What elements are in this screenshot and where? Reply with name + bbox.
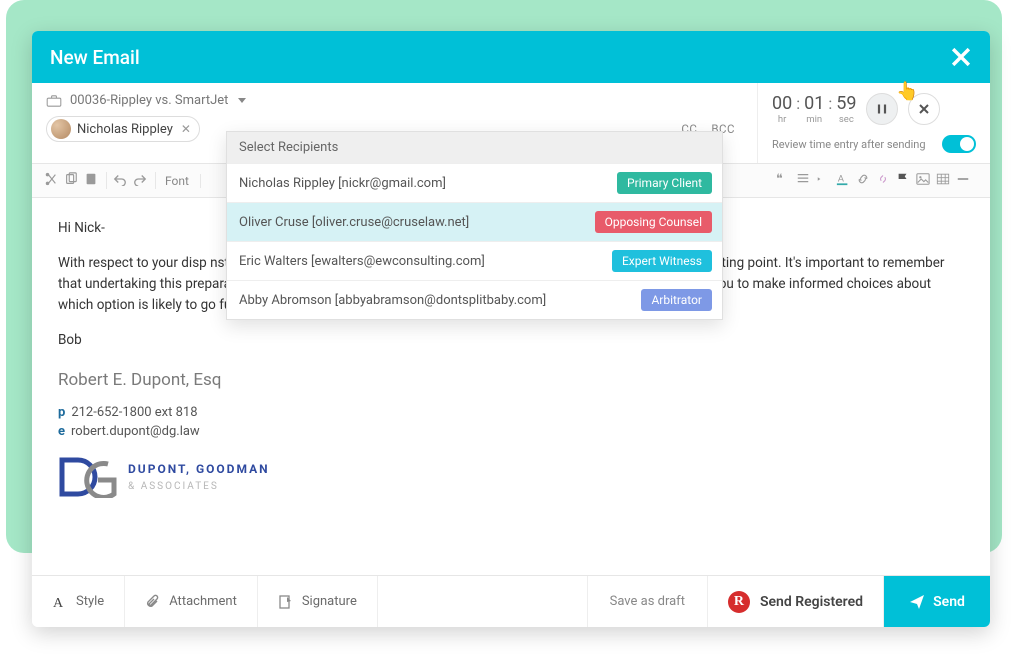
review-label: Review time entry after sending [772,138,926,151]
style-tab[interactable]: A Style [32,576,125,627]
cut-icon[interactable] [44,172,58,189]
x-icon [918,103,930,115]
recipient-chip[interactable]: Nicholas Rippley ✕ [46,116,200,142]
recipient-role-badge: Opposing Counsel [595,211,712,233]
briefcase-icon [46,94,62,108]
signature-logo: DUPONT, GOODMAN & ASSOCIATES [58,456,964,498]
chip-name: Nicholas Rippley [77,122,173,137]
signature-email: robert.dupont@dg.law [71,424,200,439]
svg-text:A: A [838,174,845,185]
textcolor-icon[interactable]: A [836,172,850,189]
compose-window: New Email 00036-Rippley vs. SmartJet Nic… [32,31,990,627]
copy-icon[interactable] [64,172,78,189]
close-button[interactable] [950,46,972,68]
indent-icon[interactable] [816,172,830,189]
timer-hr: 00 [772,93,792,114]
paste-icon[interactable] [84,172,98,189]
quote-icon[interactable]: ❝ [776,172,790,189]
recipient-option[interactable]: Oliver Cruse [oliver.cruse@cruselaw.net]… [227,202,722,241]
recipients-dropdown[interactable]: Select Recipients Nicholas Rippley [nick… [226,131,723,320]
registered-icon: R [728,591,750,613]
recipient-role-badge: Primary Client [617,172,712,194]
link-icon[interactable] [856,172,870,189]
recipient-option[interactable]: Eric Walters [ewalters@ewconsulting.com]… [227,241,722,280]
caret-down-icon [238,98,246,103]
paperclip-icon [145,594,161,610]
hr-icon[interactable] [956,172,970,189]
review-row: Review time entry after sending [772,135,976,153]
undo-icon[interactable] [113,172,127,189]
recipient-role-badge: Arbitrator [641,289,712,311]
timer-panel: 00hr : 01min : 59sec Review time entry a… [758,83,990,163]
window-title: New Email [50,46,140,69]
send-button[interactable]: Send [884,576,990,627]
image-icon[interactable] [916,172,930,189]
flag-icon[interactable] [896,172,910,189]
font-dropdown[interactable]: Font [162,174,192,188]
window-header: New Email [32,31,990,83]
send-registered-button[interactable]: R Send Registered [708,576,884,627]
footer: A Style Attachment Signature Save as dra… [32,575,990,627]
recipients-header: Select Recipients [227,132,722,163]
case-label: 00036-Rippley vs. SmartJet [70,93,228,108]
svg-text:❝: ❝ [776,172,783,186]
pause-icon [876,103,888,115]
firm-sub: & ASSOCIATES [128,479,270,495]
signature-name: Robert E. Dupont, Esq [58,367,964,393]
signature-icon [278,594,294,610]
timer-display: 00hr : 01min : 59sec [772,93,856,125]
timer-min: 01 [804,93,824,114]
footer-spacer [378,576,588,627]
dg-logo-icon [58,456,118,498]
timer-sec: 59 [836,93,856,114]
avatar [51,119,71,139]
recipient-option[interactable]: Abby Abromson [abbyabramson@dontsplitbab… [227,280,722,319]
chip-remove[interactable]: ✕ [181,122,191,136]
body-signoff: Bob [58,330,964,351]
pause-button[interactable] [866,93,898,125]
signature-lines: p212-652-1800 ext 818 erobert.dupont@dg.… [58,403,964,442]
recipient-role-badge: Expert Witness [612,250,712,272]
save-draft-button[interactable]: Save as draft [588,576,708,627]
close-icon [950,46,972,68]
svg-text:A: A [53,596,64,610]
review-toggle[interactable] [942,135,976,153]
redo-icon[interactable] [133,172,147,189]
paper-plane-icon [909,594,925,610]
attachment-tab[interactable]: Attachment [125,576,258,627]
unlink-icon[interactable] [876,172,890,189]
recipient-option[interactable]: Nicholas Rippley [nickr@gmail.com]Primar… [227,163,722,202]
table-icon[interactable] [936,172,950,189]
style-icon: A [52,594,68,610]
align-icon[interactable] [796,172,810,189]
case-selector[interactable]: 00036-Rippley vs. SmartJet [46,93,743,108]
timer-row: 00hr : 01min : 59sec [772,93,976,125]
signature-tab[interactable]: Signature [258,576,378,627]
signature-phone: 212-652-1800 ext 818 [71,405,197,420]
timer-cancel-button[interactable] [908,93,940,125]
firm-name: DUPONT, GOODMAN [128,460,270,479]
